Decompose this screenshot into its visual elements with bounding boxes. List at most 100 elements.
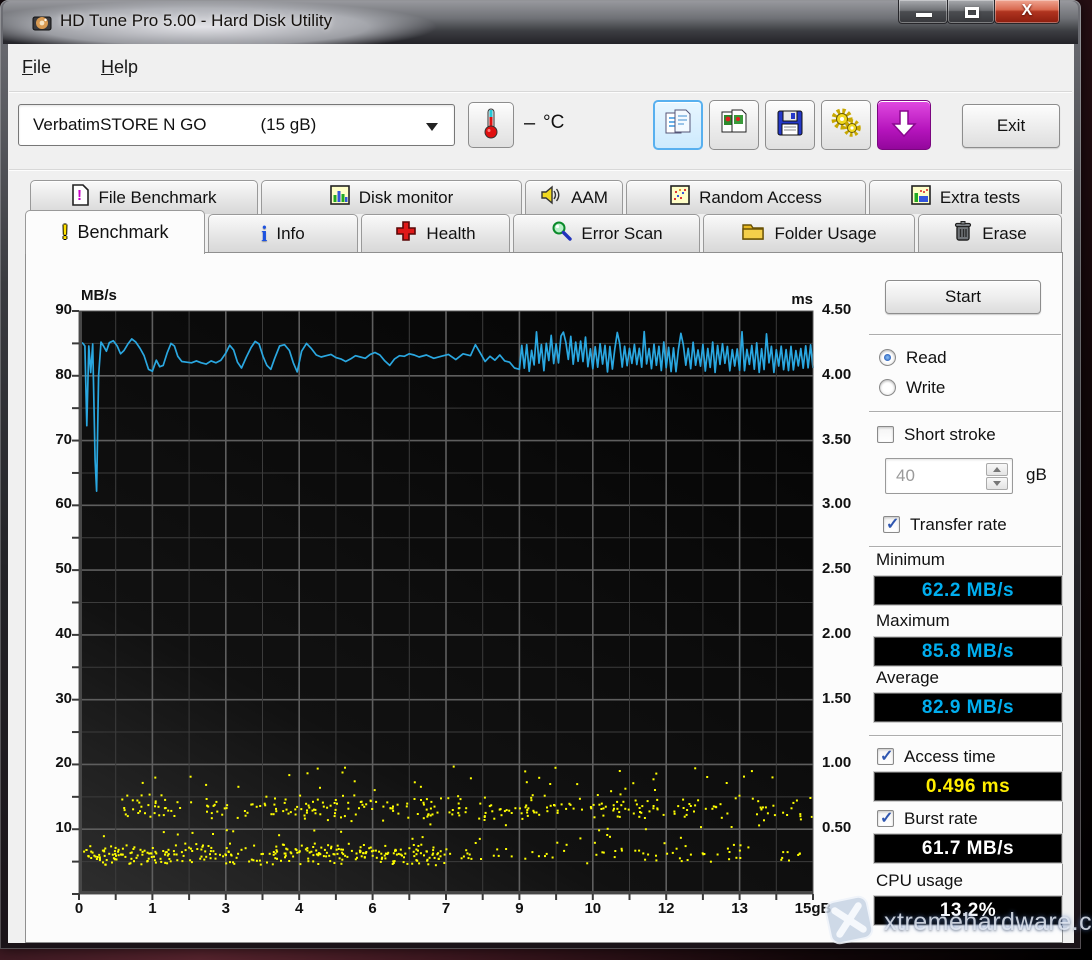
- tick-label: 15gB: [791, 900, 835, 917]
- extra-tests-icon: [911, 185, 931, 210]
- tick-label: 90: [36, 301, 72, 318]
- tick-label: 4.50: [822, 301, 868, 318]
- benchmark-tab-page: MB/s ms 908070605040302010 4.504.003.503…: [25, 252, 1063, 943]
- tick-label: 50: [36, 560, 72, 577]
- tick-label: 40: [36, 625, 72, 642]
- erase-trash-icon: [953, 220, 973, 247]
- tab-aam[interactable]: AAM: [525, 180, 623, 214]
- menu-bar: File Help: [14, 54, 146, 86]
- save-button[interactable]: [765, 100, 815, 150]
- minimize-icon[interactable]: [898, 0, 948, 24]
- write-label: Write: [906, 378, 945, 398]
- tick-label: 1.00: [822, 754, 868, 771]
- window-title: HD Tune Pro 5.00 - Hard Disk Utility: [60, 11, 332, 31]
- tab-health[interactable]: Health: [361, 214, 510, 252]
- tick-label: 9: [497, 900, 541, 917]
- start-button[interactable]: Start: [885, 280, 1041, 314]
- tick-label: 6: [351, 900, 395, 917]
- temperature-button[interactable]: [468, 102, 514, 148]
- average-value: 82.9 MB/s: [874, 693, 1062, 722]
- menu-file[interactable]: File: [14, 54, 59, 86]
- svg-text:!: !: [77, 187, 82, 204]
- copy-screenshot-button[interactable]: [709, 100, 759, 150]
- tick-label: 60: [36, 495, 72, 512]
- cpu-usage-label: CPU usage: [876, 871, 963, 891]
- tick-label: 7: [424, 900, 468, 917]
- tick-label: 10: [571, 900, 615, 917]
- tab-benchmark[interactable]: ! Benchmark: [25, 210, 205, 254]
- menu-divider: [9, 91, 1072, 93]
- error-scan-icon: [550, 220, 572, 247]
- tab-random-access[interactable]: Random Access: [626, 180, 866, 214]
- write-radio[interactable]: [879, 379, 896, 396]
- download-arrow-icon: [889, 108, 919, 143]
- left-axis-title: MB/s: [81, 287, 117, 304]
- desktop-background: HD Tune Pro 5.00 - Hard Disk Utility X F…: [0, 0, 1092, 960]
- aam-speaker-icon: [540, 185, 562, 210]
- tab-info[interactable]: i Info: [208, 214, 358, 252]
- tab-file-benchmark[interactable]: ! File Benchmark: [30, 180, 258, 214]
- disk-monitor-icon: [330, 185, 350, 210]
- tick-label: 10: [36, 819, 72, 836]
- minimum-label: Minimum: [876, 550, 945, 570]
- spinner-down-icon[interactable]: [986, 477, 1008, 490]
- copy-text-button[interactable]: [653, 100, 703, 150]
- tick-label: 13: [718, 900, 762, 917]
- info-icon: i: [261, 221, 267, 247]
- exit-button[interactable]: Exit: [962, 104, 1060, 148]
- file-benchmark-icon: !: [71, 184, 89, 211]
- read-label: Read: [906, 348, 947, 368]
- tab-erase[interactable]: Erase: [918, 214, 1062, 252]
- options-button[interactable]: [821, 100, 871, 150]
- tick-label: 0.50: [822, 819, 868, 836]
- short-stroke-checkbox[interactable]: [877, 426, 894, 443]
- tick-label: 1: [130, 900, 174, 917]
- burst-rate-checkbox[interactable]: [877, 810, 894, 827]
- tick-label: 70: [36, 431, 72, 448]
- average-label: Average: [876, 668, 939, 688]
- options-gears-icon: [829, 106, 863, 145]
- burst-rate-value: 61.7 MB/s: [874, 834, 1062, 863]
- folder-usage-icon: [741, 221, 765, 246]
- spinner-up-icon[interactable]: [986, 463, 1008, 476]
- health-cross-icon: [395, 220, 417, 247]
- maximum-label: Maximum: [876, 611, 950, 631]
- tick-label: 3: [204, 900, 248, 917]
- drive-selector-dropdown[interactable]: VerbatimSTORE N GO (15 gB): [18, 104, 455, 146]
- caption-buttons: X: [899, 0, 1060, 24]
- cpu-usage-value: 13.2%: [874, 896, 1062, 925]
- short-stroke-size-input[interactable]: 40: [885, 458, 1013, 494]
- access-time-label: Access time: [904, 747, 996, 767]
- thermometer-icon: [481, 107, 501, 144]
- access-time-checkbox[interactable]: [877, 748, 894, 765]
- tick-label: 12: [644, 900, 688, 917]
- tick-label: 1.50: [822, 690, 868, 707]
- tick-label: 2.50: [822, 560, 868, 577]
- tab-extra-tests[interactable]: Extra tests: [869, 180, 1062, 214]
- tab-error-scan[interactable]: Error Scan: [513, 214, 700, 252]
- tick-label: 30: [36, 690, 72, 707]
- tick-label: 2.00: [822, 625, 868, 642]
- close-icon[interactable]: X: [994, 0, 1060, 24]
- transfer-rate-checkbox[interactable]: [883, 516, 900, 533]
- minimum-value: 62.2 MB/s: [874, 576, 1062, 605]
- copy-image-icon: [718, 107, 750, 144]
- drive-size: (15 gB): [261, 115, 317, 135]
- chevron-down-icon: [426, 123, 438, 131]
- benchmark-chart: [71, 307, 821, 902]
- tab-disk-monitor[interactable]: Disk monitor: [261, 180, 522, 214]
- menu-help[interactable]: Help: [93, 54, 146, 86]
- save-icon: [774, 107, 806, 144]
- tick-label: 3.50: [822, 431, 868, 448]
- drive-name: VerbatimSTORE N GO: [33, 115, 207, 135]
- hd-tune-app-icon: [30, 11, 54, 40]
- tab-folder-usage[interactable]: Folder Usage: [703, 214, 915, 252]
- maximize-icon[interactable]: [947, 0, 995, 24]
- burst-rate-label: Burst rate: [904, 809, 978, 829]
- random-access-icon: [670, 185, 690, 210]
- tick-label: 0: [57, 900, 101, 917]
- toolbar-divider: [9, 169, 1072, 171]
- download-update-button[interactable]: [877, 100, 931, 150]
- read-radio[interactable]: [879, 349, 896, 366]
- temperature-unit: °C: [543, 112, 564, 134]
